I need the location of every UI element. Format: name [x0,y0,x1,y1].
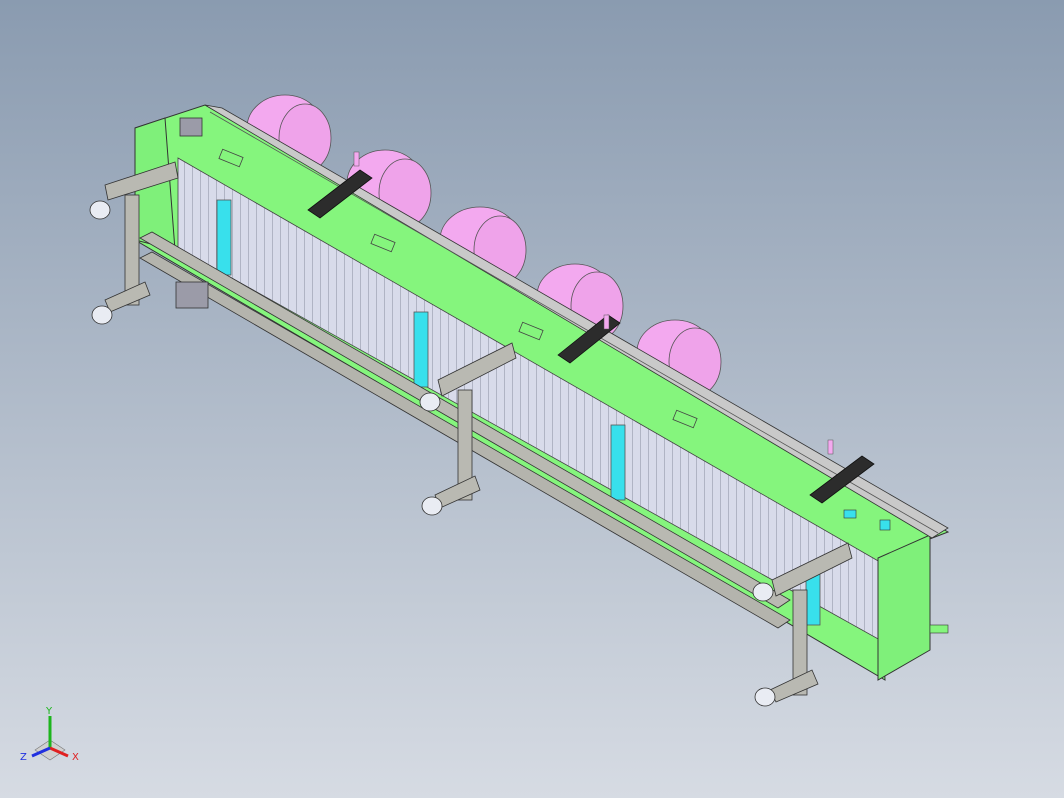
z-axis-label: Z [20,752,27,763]
cad-viewport[interactable]: Y X Z [0,0,1064,798]
model-view[interactable]: Y X Z [0,0,1064,798]
y-axis-label: Y [45,706,53,717]
bearing-block [179,117,203,137]
x-axis-label: X [72,752,79,763]
motor-box [175,281,209,309]
